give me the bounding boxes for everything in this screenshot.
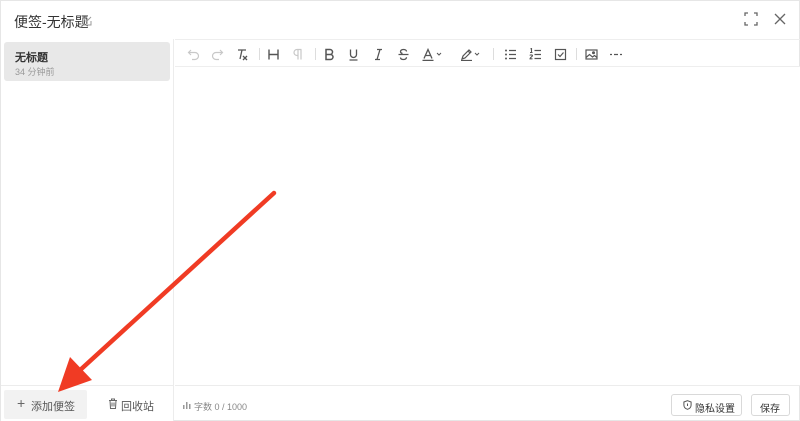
note-content-editor[interactable] — [175, 67, 800, 385]
italic-icon[interactable] — [370, 46, 386, 62]
clear-format-icon[interactable] — [234, 46, 250, 62]
image-icon[interactable] — [583, 46, 599, 62]
note-item-title: 无标题 — [15, 52, 48, 64]
note-item-time: 34 分钟前 — [15, 67, 55, 77]
toolbar-divider — [259, 48, 260, 60]
toolbar-divider — [315, 48, 316, 60]
heading-icon[interactable] — [265, 46, 281, 62]
format-toolbar — [175, 39, 800, 67]
chart-bars-icon — [183, 402, 191, 409]
add-note-button[interactable]: + 添加便签 — [4, 390, 87, 419]
font-color-icon[interactable] — [421, 46, 445, 62]
note-window: 便签-无标题 无标题 34 分钟前 + 添加便签 回收站 字数 0 / 1000… — [0, 0, 800, 421]
window-title: 便签-无标题 — [14, 14, 89, 30]
bold-icon[interactable] — [321, 46, 337, 62]
notes-sidebar: 无标题 34 分钟前 + 添加便签 回收站 — [1, 39, 174, 421]
note-list-item[interactable]: 无标题 34 分钟前 — [4, 42, 170, 81]
checklist-icon[interactable] — [552, 46, 568, 62]
window-header: 便签-无标题 — [1, 1, 800, 39]
editor-footer: 字数 0 / 1000 隐私设置 保存 — [175, 385, 800, 421]
horizontal-rule-icon[interactable] — [608, 46, 624, 62]
close-icon[interactable] — [773, 12, 787, 26]
toolbar-divider — [576, 48, 577, 60]
recycle-bin-button[interactable]: 回收站 — [105, 390, 165, 419]
sidebar-footer: + 添加便签 回收站 — [1, 385, 174, 421]
paragraph-icon[interactable] — [289, 46, 305, 62]
save-label: 保存 — [760, 404, 780, 415]
toolbar-divider — [493, 48, 494, 60]
edit-title-icon[interactable] — [81, 14, 93, 26]
plus-icon: + — [17, 395, 26, 411]
ordered-list-icon[interactable] — [527, 46, 543, 62]
redo-icon[interactable] — [209, 46, 225, 62]
bullet-list-icon[interactable] — [502, 46, 518, 62]
word-count-text: 字数 0 / 1000 — [194, 402, 248, 412]
editor-panel: 字数 0 / 1000 隐私设置 保存 — [175, 39, 800, 421]
recycle-bin-label: 回收站 — [121, 401, 154, 413]
undo-icon[interactable] — [185, 46, 201, 62]
underline-icon[interactable] — [345, 46, 361, 62]
strikethrough-icon[interactable] — [395, 46, 411, 62]
trash-icon — [109, 398, 117, 409]
shield-icon — [683, 400, 692, 410]
privacy-settings-button[interactable]: 隐私设置 — [671, 394, 742, 416]
save-button[interactable]: 保存 — [751, 394, 790, 416]
privacy-settings-label: 隐私设置 — [695, 404, 735, 415]
fullscreen-icon[interactable] — [744, 12, 758, 26]
add-note-label: 添加便签 — [31, 401, 75, 413]
highlight-icon[interactable] — [459, 46, 483, 62]
